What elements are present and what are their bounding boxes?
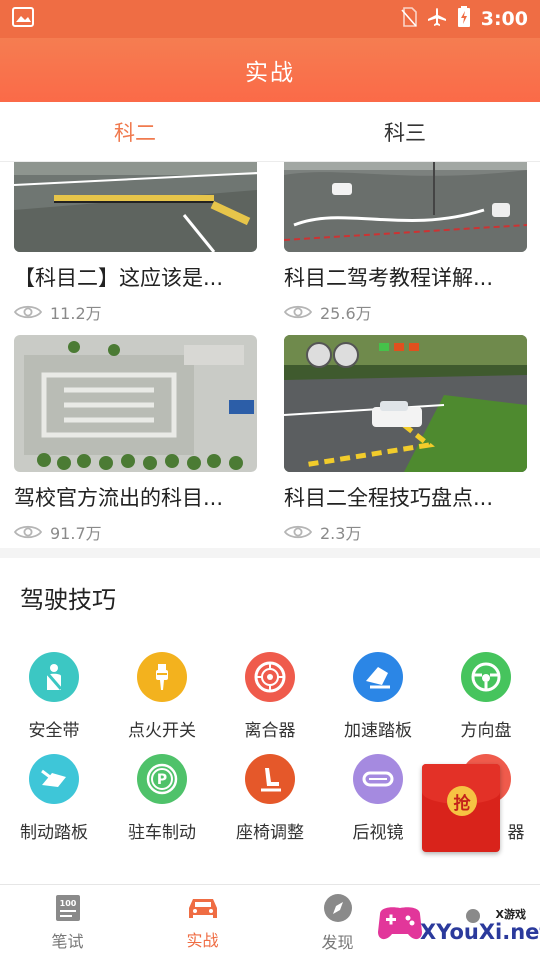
skill-label: 座椅调整 <box>236 823 304 843</box>
red-envelope-button[interactable]: 抢 <box>422 764 500 852</box>
nav-item-practice[interactable]: 实战 <box>135 885 270 960</box>
view-count-text: 91.7万 <box>50 524 102 543</box>
tab-bar: 科二 科三 <box>0 102 540 162</box>
grab-coin-icon: 抢 <box>447 786 477 816</box>
video-thumbnail <box>14 162 257 252</box>
eye-icon <box>284 305 312 319</box>
nav-item-exam[interactable]: 100 笔试 <box>0 885 135 960</box>
seatbelt-icon <box>29 652 79 702</box>
view-count: 25.6万 <box>284 300 527 324</box>
skill-label: 离合器 <box>244 721 296 741</box>
video-card[interactable]: 【科目二】这应该是... 11.2万 <box>14 162 257 324</box>
nav-label: 实战 <box>186 930 219 950</box>
skill-label: 驻车制动 <box>128 823 196 843</box>
eye-icon <box>14 305 42 319</box>
view-count: 2.3万 <box>284 520 527 544</box>
tab-label: 科二 <box>114 120 156 145</box>
skill-label: 后视镜 <box>352 823 404 843</box>
status-bar: 3:00 <box>0 0 540 38</box>
skill-label: 制动踏板 <box>20 823 88 843</box>
video-title: 【科目二】这应该是... <box>14 266 224 290</box>
mirror-icon <box>353 754 403 804</box>
seat-adjust-icon <box>245 754 295 804</box>
battery-charging-icon <box>457 5 471 33</box>
video-thumbnail <box>14 335 257 472</box>
skill-label: 点火开关 <box>128 721 196 741</box>
tab-label: 科三 <box>384 120 426 145</box>
compass-icon <box>323 893 352 922</box>
svg-text:P: P <box>157 772 167 788</box>
skill-ignition[interactable]: 点火开关 <box>108 652 216 741</box>
skill-label: 方向盘 <box>460 721 512 741</box>
view-count-text: 2.3万 <box>320 524 362 543</box>
nav-label: 笔试 <box>51 931 84 951</box>
video-card[interactable]: 科目二全程技巧盘点... 2.3万 <box>284 335 527 544</box>
page-header: 实战 <box>0 38 540 102</box>
watermark-text: XYouXi.net <box>420 920 540 944</box>
section-divider <box>0 548 540 558</box>
view-count-text: 25.6万 <box>320 304 372 323</box>
skill-mirror[interactable]: 后视镜 <box>324 754 432 843</box>
watermark-logo: X游戏 XYouXi.net <box>372 884 540 960</box>
skill-accelerator[interactable]: 加速踏板 <box>324 652 432 741</box>
view-count: 91.7万 <box>14 520 257 544</box>
brake-pedal-icon <box>29 754 79 804</box>
skill-clutch[interactable]: 离合器 <box>216 652 324 741</box>
view-count: 11.2万 <box>14 300 257 324</box>
skill-label: 安全带 <box>28 721 80 741</box>
car-icon <box>188 898 217 918</box>
skill-brake-pedal[interactable]: 制动踏板 <box>0 754 108 843</box>
steering-wheel-icon <box>461 652 511 702</box>
eye-icon <box>284 525 312 539</box>
skill-seat-adjust[interactable]: 座椅调整 <box>216 754 324 843</box>
nav-label: 发现 <box>321 932 354 952</box>
video-thumbnail <box>284 162 527 252</box>
video-title: 科目二驾考教程详解... <box>284 266 494 290</box>
skill-steering-wheel[interactable]: 方向盘 <box>432 652 540 741</box>
video-title: 科目二全程技巧盘点... <box>284 486 494 510</box>
eye-icon <box>14 525 42 539</box>
airplane-mode-icon <box>427 7 447 32</box>
video-title: 驾校官方流出的科目... <box>14 486 224 510</box>
svg-text:100: 100 <box>59 899 76 908</box>
image-notification-icon <box>12 7 34 31</box>
tab-ke-er[interactable]: 科二 <box>0 102 270 161</box>
parking-brake-icon: P <box>137 754 187 804</box>
skill-label: 加速踏板 <box>344 721 412 741</box>
clutch-icon <box>245 652 295 702</box>
video-thumbnail <box>284 335 527 472</box>
exam-icon: 100 <box>55 894 80 921</box>
video-card[interactable]: 驾校官方流出的科目... 91.7万 <box>14 335 257 544</box>
status-time: 3:00 <box>480 8 528 30</box>
skill-parking-brake[interactable]: P 驻车制动 <box>108 754 216 843</box>
section-title: 驾驶技巧 <box>20 586 116 614</box>
video-card[interactable]: 科目二驾考教程详解... 25.6万 <box>284 162 527 324</box>
page-title: 实战 <box>245 60 295 86</box>
tab-ke-san[interactable]: 科三 <box>270 102 540 161</box>
view-count-text: 11.2万 <box>50 304 102 323</box>
accelerator-icon <box>353 652 403 702</box>
video-list: 【科目二】这应该是... 11.2万 科目二驾考教程详解... 25.6万 驾校… <box>0 162 540 548</box>
skill-seatbelt[interactable]: 安全带 <box>0 652 108 741</box>
no-sim-icon <box>401 6 417 32</box>
ignition-icon <box>137 652 187 702</box>
